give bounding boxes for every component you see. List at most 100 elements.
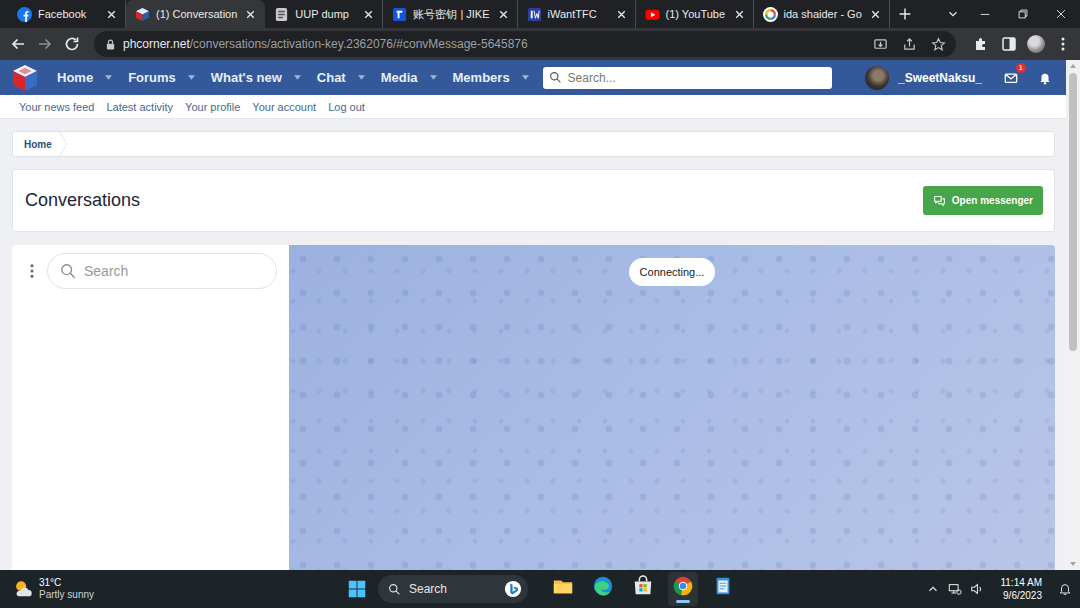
user-avatar[interactable]: [865, 66, 889, 90]
uup-dump-icon: [274, 7, 289, 22]
network-icon[interactable]: [948, 582, 962, 596]
close-tab-icon[interactable]: [732, 7, 747, 22]
profile-avatar[interactable]: [1027, 35, 1045, 53]
close-tab-icon[interactable]: [104, 7, 119, 22]
tab-search-icon[interactable]: [940, 7, 966, 21]
file-explorer-icon: [552, 575, 574, 597]
install-icon[interactable]: [873, 37, 888, 52]
search-placeholder: Search...: [568, 71, 616, 85]
show-hidden-icons-icon[interactable]: [926, 582, 940, 596]
scrollbar[interactable]: [1066, 60, 1080, 570]
tab-strip: Facebook (1) Conversation UUP dump 账号密钥 | J…: [0, 0, 1080, 28]
browser-tab[interactable]: (1) YouTube: [636, 0, 754, 28]
url-field[interactable]: phcorner.net/conversations/activation-ke…: [94, 31, 956, 57]
dropdown-caret-icon[interactable]: [188, 75, 195, 80]
close-tab-icon[interactable]: [868, 7, 883, 22]
dropdown-caret-icon[interactable]: [294, 75, 301, 80]
taskbar-app[interactable]: [628, 572, 658, 606]
jike-icon: [392, 7, 407, 22]
scroll-down-icon[interactable]: [1066, 558, 1080, 570]
close-tab-icon[interactable]: [361, 7, 376, 22]
restore-icon[interactable]: [1004, 7, 1042, 21]
browser-tab[interactable]: (1) Conversation: [126, 0, 265, 28]
taskbar-app[interactable]: [588, 572, 618, 606]
dropdown-caret-icon[interactable]: [522, 75, 529, 80]
envelope-icon: [1004, 71, 1018, 85]
subnav-link[interactable]: Latest activity: [106, 101, 173, 113]
reload-icon[interactable]: [61, 34, 83, 54]
share-icon[interactable]: [902, 37, 917, 52]
phcorner-logo-icon[interactable]: [12, 64, 38, 92]
nav-label: Chat: [317, 70, 346, 85]
browser-tab[interactable]: 账号密钥 | JIKE: [383, 0, 517, 28]
facebook-icon: [17, 7, 32, 22]
star-icon[interactable]: [931, 37, 946, 52]
kebab-menu-icon[interactable]: [29, 263, 35, 279]
subnav-link[interactable]: Your news feed: [19, 101, 94, 113]
nav-item[interactable]: Members: [445, 60, 537, 95]
messenger: SearchConnecting...: [12, 245, 1055, 570]
username: _SweetNaksu_: [898, 71, 982, 85]
nav-item[interactable]: Home: [49, 60, 120, 95]
taskbar-app[interactable]: [548, 572, 578, 606]
user-area: _SweetNaksu_ 1: [865, 66, 1052, 90]
nav-item[interactable]: Forums: [120, 60, 203, 95]
tab-label: ida shaider - Go: [784, 8, 862, 20]
clock[interactable]: 11:14 AM9/6/2023: [1000, 576, 1042, 603]
side-panel-icon[interactable]: [998, 34, 1020, 54]
browser-tab[interactable]: Facebook: [8, 0, 126, 28]
tab-label: Facebook: [38, 8, 98, 20]
dropdown-caret-icon[interactable]: [430, 75, 437, 80]
dropdown-caret-icon[interactable]: [105, 75, 112, 80]
tab-label: UUP dump: [295, 8, 355, 20]
breadcrumb-item[interactable]: Home: [13, 132, 68, 156]
close-tab-icon[interactable]: [243, 7, 258, 22]
menu-dots-icon[interactable]: [1052, 34, 1074, 54]
browser-tab[interactable]: UUP dump: [265, 0, 383, 28]
volume-icon[interactable]: [970, 582, 984, 596]
nav-label: Members: [453, 70, 510, 85]
bing-icon[interactable]: [504, 580, 522, 598]
subnav-link[interactable]: Your profile: [185, 101, 240, 113]
dropdown-caret-icon[interactable]: [358, 75, 365, 80]
user-menu[interactable]: _SweetNaksu_: [865, 66, 982, 90]
scrollbar-thumb[interactable]: [1069, 73, 1077, 351]
forward-arrow-icon[interactable]: [34, 34, 56, 54]
subnav-link[interactable]: Your account: [252, 101, 316, 113]
browser-tab[interactable]: ida shaider - Go: [754, 0, 890, 28]
close-tab-icon[interactable]: [614, 7, 629, 22]
subnav-link[interactable]: Log out: [328, 101, 365, 113]
chrome-icon: [672, 575, 694, 597]
close-tab-icon[interactable]: [496, 7, 511, 22]
google-icon: [763, 7, 778, 22]
extensions-icon[interactable]: [971, 34, 993, 54]
minimize-icon[interactable]: [966, 7, 1004, 21]
new-tab-icon[interactable]: [896, 5, 914, 23]
taskbar-app[interactable]: [668, 572, 698, 606]
back-arrow-icon[interactable]: [7, 34, 29, 54]
windows-start-icon[interactable]: [346, 578, 368, 600]
lock-icon[interactable]: [104, 38, 117, 51]
close-window-icon[interactable]: [1042, 7, 1080, 21]
url-text: phcorner.net/conversations/activation-ke…: [123, 37, 859, 51]
phcorner-icon: [135, 7, 150, 22]
nav-item[interactable]: Chat: [309, 60, 373, 95]
active-indicator: [600, 600, 606, 603]
open-messenger-button[interactable]: Open messenger: [923, 186, 1043, 215]
site-search-field[interactable]: Search...: [543, 67, 832, 89]
scroll-up-icon[interactable]: [1066, 60, 1080, 72]
active-indicator: [560, 600, 566, 603]
taskbar-app[interactable]: [708, 572, 738, 606]
weather-widget[interactable]: 31°CPartly sunny: [12, 577, 346, 601]
notification-bell-icon[interactable]: [1058, 582, 1072, 596]
nav-item[interactable]: Media: [373, 60, 445, 95]
inbox-button[interactable]: 1: [1004, 71, 1018, 85]
conversation-search-field[interactable]: Search: [47, 253, 277, 289]
scrollbar-track[interactable]: [1066, 72, 1080, 558]
bell-icon[interactable]: [1038, 71, 1052, 85]
browser-tab[interactable]: iWantTFC: [518, 0, 636, 28]
nav-label: Forums: [128, 70, 176, 85]
conversation-list-panel: Search: [12, 245, 289, 570]
nav-item[interactable]: What's new: [203, 60, 309, 95]
taskbar-search[interactable]: Search: [378, 575, 528, 603]
